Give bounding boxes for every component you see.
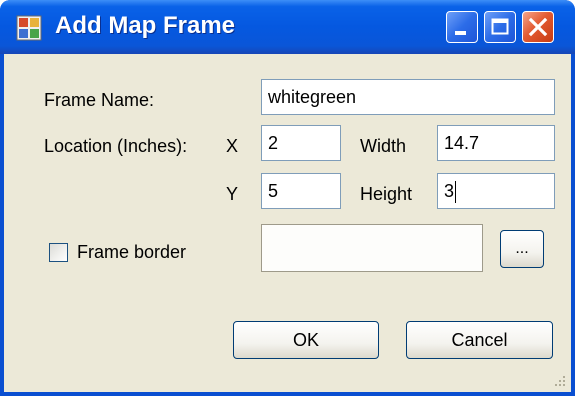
- height-value: 3: [444, 181, 455, 201]
- width-input[interactable]: [437, 125, 555, 161]
- window-title: Add Map Frame: [55, 12, 236, 39]
- frame-border-field[interactable]: [261, 224, 483, 272]
- close-icon: [528, 17, 548, 37]
- minimize-button[interactable]: [446, 11, 478, 43]
- x-label: X: [226, 136, 239, 156]
- width-label: Width: [360, 136, 407, 156]
- height-input[interactable]: 3: [437, 173, 555, 209]
- dialog-body: Frame Name: Location (Inches): X Width Y…: [4, 54, 571, 392]
- y-input[interactable]: [261, 173, 341, 209]
- y-label: Y: [226, 184, 239, 204]
- maximize-icon: [491, 18, 509, 35]
- location-label: Location (Inches):: [44, 136, 188, 156]
- height-label: Height: [360, 184, 413, 204]
- browse-button[interactable]: ...: [500, 230, 544, 268]
- frame-border-checkbox[interactable]: [49, 243, 68, 262]
- frame-name-input[interactable]: [261, 79, 555, 115]
- cancel-button[interactable]: Cancel: [406, 321, 553, 359]
- map-frame-icon: [16, 15, 42, 41]
- minimize-icon: [455, 31, 466, 35]
- resize-grip-icon[interactable]: [553, 374, 567, 388]
- add-map-frame-dialog: Add Map Frame Frame Name: Location (Inch…: [0, 0, 575, 396]
- close-button[interactable]: [522, 11, 554, 43]
- x-input[interactable]: [261, 125, 341, 161]
- text-caret: [455, 181, 457, 204]
- frame-name-label: Frame Name:: [44, 90, 155, 110]
- title-bar[interactable]: Add Map Frame: [0, 0, 575, 54]
- maximize-button[interactable]: [484, 11, 516, 43]
- ok-button[interactable]: OK: [233, 321, 379, 359]
- frame-border-label[interactable]: Frame border: [77, 242, 186, 263]
